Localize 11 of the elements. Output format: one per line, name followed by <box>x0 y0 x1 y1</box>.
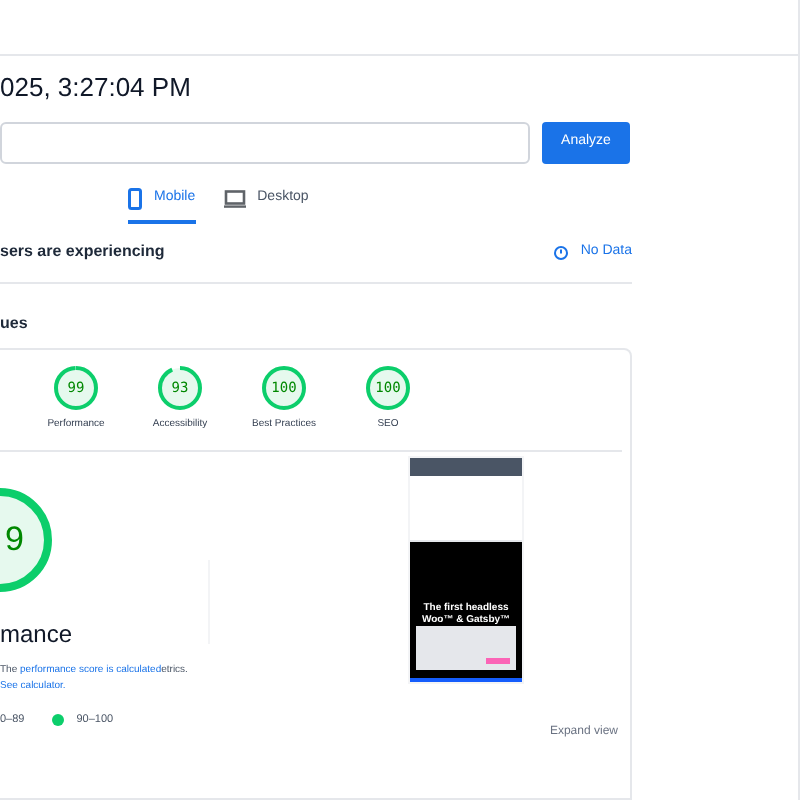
section-heading: sers are experiencing <box>0 240 165 264</box>
cookie-banner <box>416 625 516 669</box>
report-time: 025, 3:27:04 PM <box>0 70 193 107</box>
notice-bar <box>410 457 522 475</box>
url-field[interactable] <box>0 122 530 164</box>
monitor-icon <box>223 190 246 208</box>
phone-icon <box>128 188 142 210</box>
score-value: 9 <box>5 517 24 562</box>
section-heading: ues <box>0 312 30 336</box>
category-title: mance <box>0 617 75 651</box>
clock-icon <box>554 245 569 259</box>
